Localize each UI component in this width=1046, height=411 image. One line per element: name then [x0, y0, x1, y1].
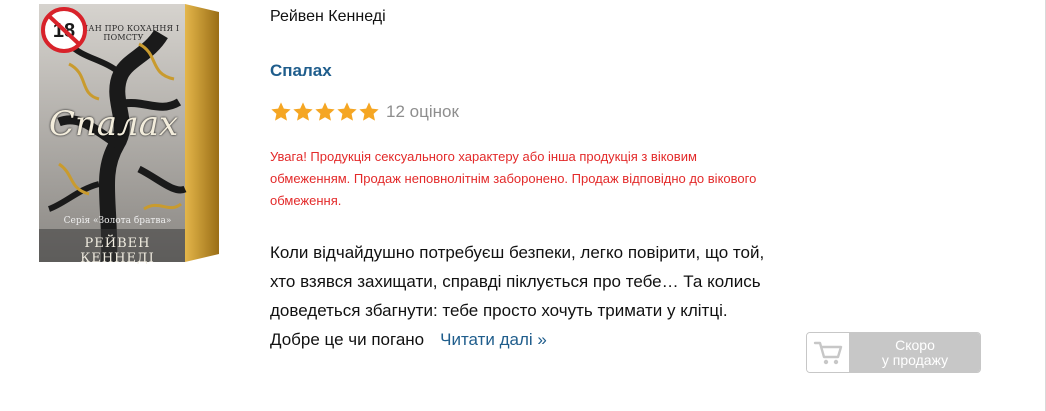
cart-icon-box — [807, 333, 850, 372]
star-icon — [293, 102, 313, 121]
rating[interactable]: 12 оцінок — [270, 101, 459, 123]
coming-soon-line2: у продажу — [881, 351, 949, 368]
rating-count[interactable]: 12 оцінок — [386, 102, 459, 122]
coming-soon-button[interactable]: Скоро у продажу — [806, 332, 981, 373]
cover-title: Спалах — [48, 104, 179, 144]
star-icon — [271, 102, 291, 121]
age-restriction-icon: 18 — [40, 6, 88, 54]
book-title-link[interactable]: Спалах — [270, 61, 332, 81]
rating-stars — [270, 101, 380, 123]
star-icon — [315, 102, 335, 121]
book-description: Коли відчайдушно потребуєш безпеки, легк… — [270, 238, 780, 354]
cover-author: РЕЙВЕН КЕННЕДІ — [80, 236, 155, 266]
cover-series: Серія «Золота братва» — [63, 216, 172, 226]
cart-icon — [813, 341, 843, 364]
coming-soon-label: Скоро у продажу — [850, 333, 980, 372]
book-author-link[interactable]: Рейвен Кеннеді — [270, 8, 386, 26]
star-icon — [337, 102, 357, 121]
age-warning-text: Увага! Продукція сексуального характеру … — [270, 149, 757, 208]
read-more-link[interactable]: Читати далі » — [440, 330, 547, 349]
star-icon — [359, 102, 379, 121]
coming-soon-line1: Скоро — [895, 336, 935, 353]
